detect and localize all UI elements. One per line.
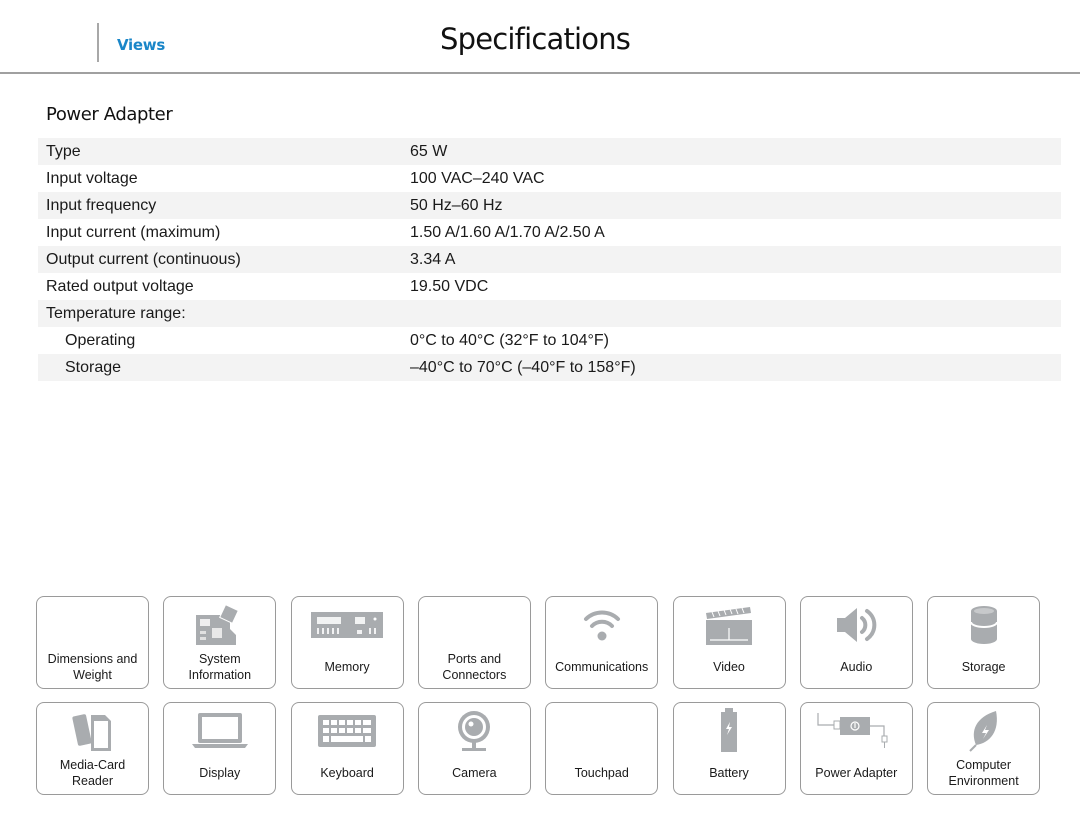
nav-tile-video[interactable]: Video [672, 596, 786, 689]
nav-tile-label: Storage [961, 660, 1006, 674]
views-link[interactable]: Views [117, 36, 165, 54]
spec-row: Output current (continuous) 3.34 A [38, 246, 1061, 273]
motherboard-icon [164, 603, 275, 647]
spec-label: Operating [65, 331, 136, 349]
nav-tile-communications[interactable]: Communications [545, 596, 659, 689]
nav-tile-label: Audio [840, 660, 873, 674]
nav-tile-label: Power Adapter [815, 766, 898, 780]
spec-row: Input voltage 100 VAC–240 VAC [38, 165, 1061, 192]
nav-tile-label: Keyboard [320, 766, 374, 780]
spec-row: Rated output voltage 19.50 VDC [38, 273, 1061, 300]
nav-tile-display[interactable]: Display [163, 702, 277, 795]
battery-icon [674, 708, 785, 753]
nav-tile-keyboard[interactable]: Keyboard [290, 702, 404, 795]
spec-label: Temperature range: [38, 300, 410, 327]
nav-tile-label: Communications [555, 660, 649, 674]
header-divider [97, 23, 99, 62]
nav-tile-label: Battery [709, 766, 749, 780]
nav-tile-label: Media-Card Reader [59, 758, 126, 788]
nav-tile-label: Computer Environment [948, 758, 1019, 788]
speaker-icon [801, 603, 912, 647]
nav-tile-label: Video [713, 660, 745, 674]
media-card-icon [37, 709, 148, 753]
spec-value: 19.50 VDC [410, 277, 489, 295]
nav-tile-label: Dimensions and Weight [47, 652, 138, 682]
nav-tile-battery[interactable]: Battery [672, 702, 786, 795]
nav-tile-label: Camera [452, 766, 497, 780]
webcam-icon [419, 709, 530, 753]
spec-value: 65 W [410, 138, 1061, 165]
keyboard-icon [292, 709, 403, 753]
nav-tile-computer-environment[interactable]: Computer Environment [927, 702, 1041, 795]
clapperboard-icon [674, 603, 785, 647]
nav-tile-dimensions-and-weight[interactable]: Dimensions and Weight [36, 596, 149, 689]
nav-tile-storage[interactable]: Storage [927, 596, 1041, 689]
spec-value: 0°C to 40°C (32°F to 104°F) [410, 331, 610, 349]
page-header: Views Specifications [0, 0, 1080, 74]
spec-row: Temperature range: [38, 300, 1061, 327]
section-title: Power Adapter [46, 104, 173, 125]
drive-cylinder-icon [928, 603, 1039, 647]
nav-tile-label: Display [199, 766, 241, 780]
nav-tile-power-adapter[interactable]: Power Adapter [799, 702, 913, 795]
spec-label: Output current (continuous) [38, 246, 410, 273]
spec-row: Operating 0°C to 40°C (32°F to 104°F) [38, 327, 1061, 354]
nav-tile-camera[interactable]: Camera [417, 702, 531, 795]
laptop-display-icon [164, 709, 275, 753]
power-adapter-icon [801, 709, 912, 753]
nav-tile-label: Ports and Connectors [442, 652, 507, 682]
nav-tile-label: Touchpad [574, 766, 629, 780]
spec-value [410, 300, 1061, 327]
spec-value: 1.50 A/1.60 A/1.70 A/2.50 A [410, 223, 605, 241]
spec-value: –40°C to 70°C (–40°F to 158°F) [410, 354, 1061, 381]
spec-row: Storage –40°C to 70°C (–40°F to 158°F) [38, 354, 1061, 381]
spec-row: Type 65 W [38, 138, 1061, 165]
wifi-icon [546, 603, 657, 647]
spec-label: Input voltage [46, 169, 138, 187]
spec-row: Input current (maximum) 1.50 A/1.60 A/1.7… [38, 219, 1061, 246]
spec-label: Storage [38, 354, 410, 381]
spec-label: Type [38, 138, 410, 165]
nav-tile-label: System Information [188, 652, 252, 682]
nav-tile-media-card-reader[interactable]: Media-Card Reader [36, 702, 149, 795]
spec-row: Input frequency 50 Hz–60 Hz [38, 192, 1061, 219]
spec-label: Input frequency [38, 192, 410, 219]
leaf-icon [928, 709, 1039, 753]
spec-table: Type 65 W Input voltage 100 VAC–240 VAC Inpu… [38, 138, 1061, 381]
page-title: Specifications [440, 22, 631, 56]
nav-tile-audio[interactable]: Audio [799, 596, 913, 689]
nav-tile-touchpad[interactable]: Touchpad [545, 702, 659, 795]
nav-tile-memory[interactable]: Memory [290, 596, 404, 689]
spec-label: Rated output voltage [46, 277, 194, 295]
memory-module-icon [292, 603, 403, 647]
nav-tile-ports-and-connectors[interactable]: Ports and Connectors [417, 596, 531, 689]
nav-tile-system-information[interactable]: System Information [163, 596, 277, 689]
spec-value: 50 Hz–60 Hz [410, 192, 1061, 219]
spec-value: 3.34 A [410, 246, 1061, 273]
spec-value: 100 VAC–240 VAC [410, 169, 545, 187]
spec-label: Input current (maximum) [46, 223, 221, 241]
nav-tile-label: Memory [324, 660, 370, 674]
